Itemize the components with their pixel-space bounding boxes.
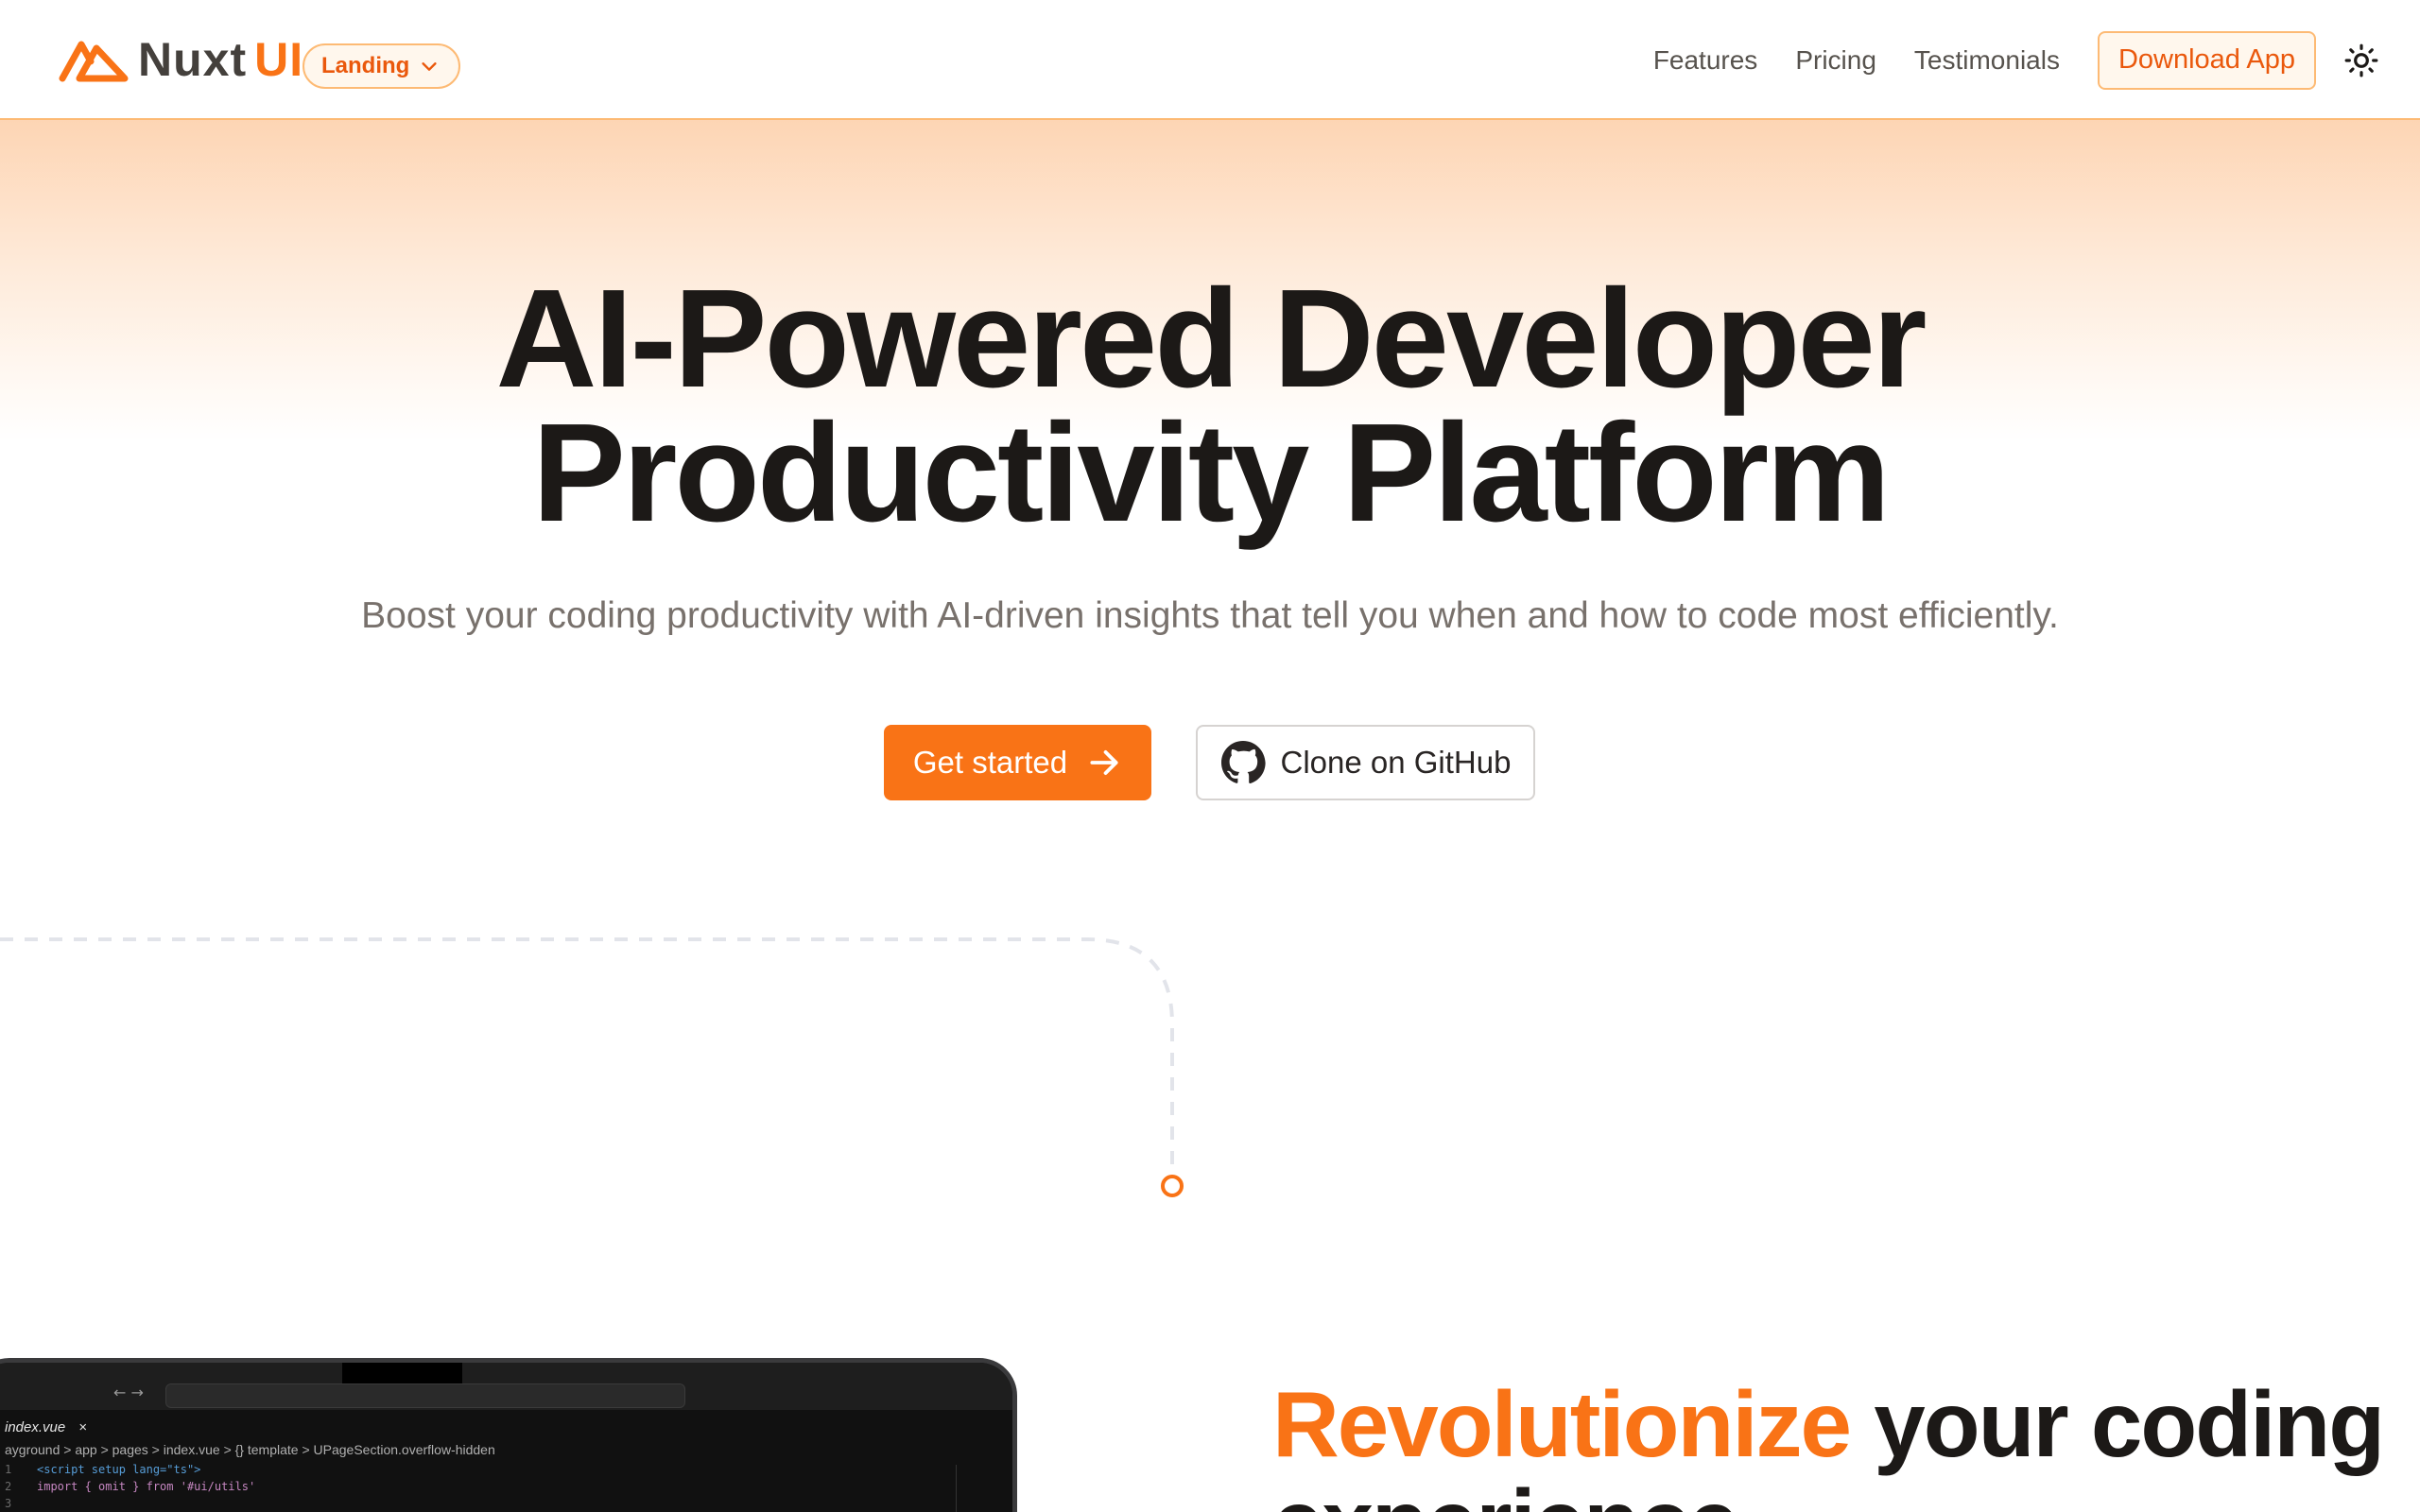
github-icon	[1220, 741, 1266, 784]
chevron-down-icon	[422, 62, 437, 71]
ide-editor-tab[interactable]: index.vue ×	[5, 1419, 87, 1435]
code-line: 2 import { omit } from '#ui/utils'	[5, 1480, 256, 1493]
hero-description: Boost your coding productivity with AI-d…	[361, 595, 2059, 636]
ide-command-center[interactable]	[165, 1383, 685, 1408]
section-title: Revolutionize your coding experience	[1272, 1375, 2388, 1512]
hero-title-line1: AI-Powered Developer	[495, 261, 1927, 417]
nuxt-logo-icon	[59, 41, 129, 82]
brand-name-part1: Nuxt	[138, 33, 248, 86]
variant-label: Landing	[321, 53, 410, 78]
main-nav: Features Pricing Testimonials Download A…	[1653, 0, 2420, 120]
close-icon[interactable]: ×	[78, 1419, 87, 1435]
decorative-connector-line	[0, 937, 1184, 1197]
arrow-right-icon	[1090, 750, 1118, 775]
hero-title: AI-Powered Developer Productivity Platfo…	[0, 269, 2420, 543]
code-line: 1 <script setup lang="ts">	[5, 1463, 201, 1476]
clone-on-github-button[interactable]: Clone on GitHub	[1196, 725, 1535, 800]
ide-code-editor[interactable]: 1 <script setup lang="ts"> 2 import { omit…	[5, 1461, 255, 1512]
get-started-button[interactable]: Get started	[884, 725, 1151, 800]
laptop-mockup: ← → index.vue × ayground > app > pages >…	[0, 1358, 1017, 1512]
clone-on-github-label: Clone on GitHub	[1280, 745, 1512, 780]
section-title-line2: experience	[1272, 1470, 1739, 1512]
nav-link-pricing[interactable]: Pricing	[1795, 45, 1876, 76]
ide-nav-arrows[interactable]: ← →	[113, 1383, 144, 1401]
nav-link-features[interactable]: Features	[1653, 45, 1758, 76]
code-line: 3	[5, 1497, 12, 1510]
connector-end-dot	[1161, 1175, 1184, 1197]
theme-toggle-button[interactable]	[2339, 38, 2384, 83]
ide-minimap[interactable]	[956, 1465, 994, 1512]
get-started-label: Get started	[912, 745, 1068, 780]
site-header: Nuxt UI Landing Features Pricing Testimon…	[0, 0, 2420, 120]
brand-name-part2: UI	[254, 33, 304, 86]
ide-tab-label: index.vue	[5, 1419, 66, 1435]
brand-logo[interactable]: Nuxt UI	[59, 36, 303, 83]
brand-name: Nuxt UI	[138, 36, 303, 83]
template-variant-dropdown[interactable]: Landing	[302, 43, 461, 89]
ide-breadcrumb: ayground > app > pages > index.vue > {} …	[5, 1442, 495, 1457]
hero-title-line2: Productivity Platform	[532, 395, 1891, 551]
section-title-accent: Revolutionize	[1272, 1372, 1852, 1476]
section-title-rest: your coding	[1850, 1372, 2385, 1476]
nav-link-testimonials[interactable]: Testimonials	[1914, 45, 2060, 76]
download-app-button[interactable]: Download App	[2097, 30, 2316, 90]
sun-icon	[2344, 43, 2378, 77]
